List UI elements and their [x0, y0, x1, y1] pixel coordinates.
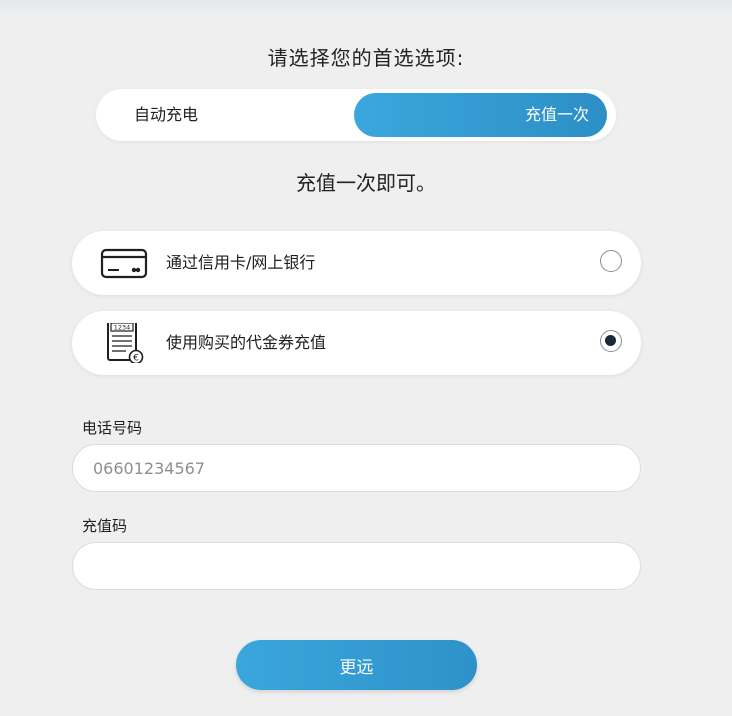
payment-method-card-voucher[interactable]: 1234 € 使用购买的代金券充值 [72, 311, 641, 375]
page-heading: 请选择您的首选选项: [267, 46, 465, 70]
payment-method-label: 使用购买的代金券充值 [166, 333, 327, 352]
top-strip [0, 0, 732, 14]
recharge-mode-toggle: 自动充电 充值一次 [96, 89, 616, 141]
phone-number-label: 电话号码 [82, 419, 143, 437]
voucher-receipt-icon: 1234 € [107, 323, 144, 364]
mode-option-auto-recharge[interactable]: 自动充电 [96, 93, 354, 137]
recharge-code-label: 充值码 [82, 517, 128, 535]
payment-method-label: 通过信用卡/网上银行 [166, 253, 316, 272]
payment-method-card-credit[interactable]: 通过信用卡/网上银行 [72, 231, 641, 295]
credit-card-icon [100, 248, 148, 279]
continue-button[interactable]: 更远 [236, 640, 477, 690]
recharge-code-input[interactable] [72, 542, 641, 590]
mode-option-recharge-once[interactable]: 充值一次 [354, 93, 607, 137]
phone-number-input[interactable] [72, 444, 641, 492]
voucher-currency-text: € [133, 354, 139, 364]
voucher-number-text: 1234 [114, 324, 131, 332]
mode-description: 充值一次即可。 [296, 171, 436, 195]
payment-method-radio[interactable] [600, 330, 622, 352]
payment-method-radio[interactable] [600, 250, 622, 272]
